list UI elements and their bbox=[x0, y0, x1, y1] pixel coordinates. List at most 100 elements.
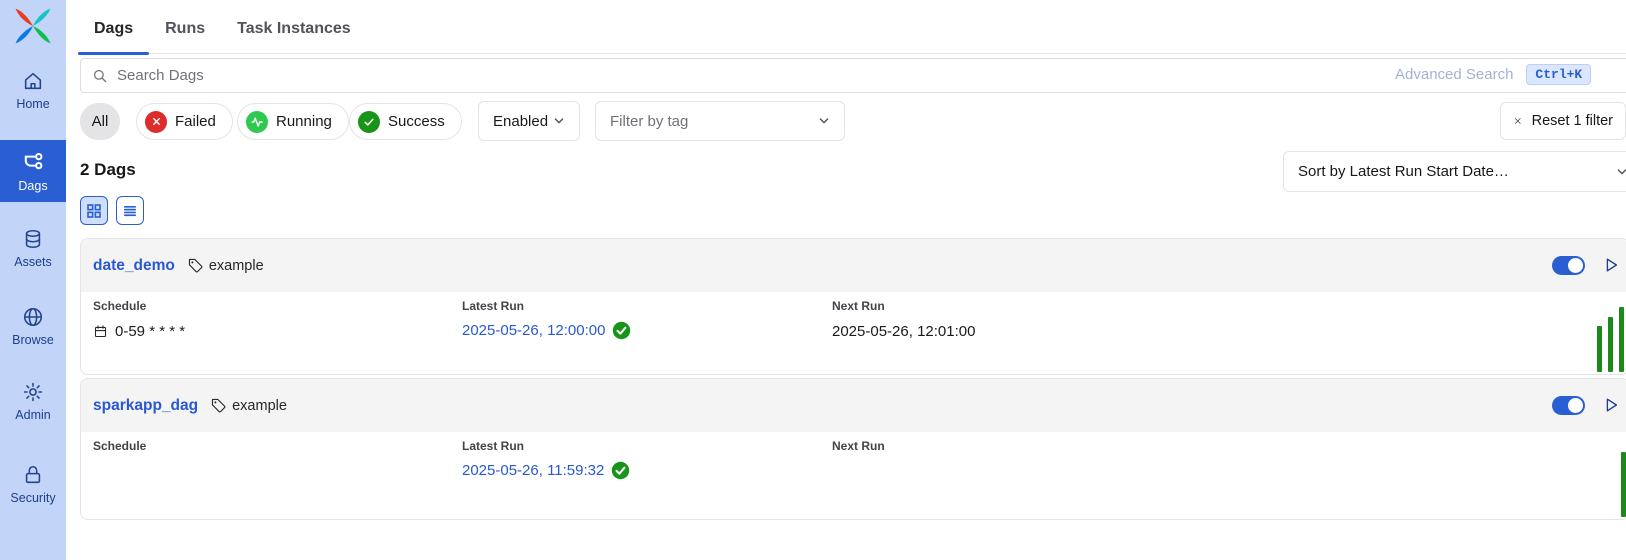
latest-run-label: Latest Run bbox=[462, 439, 524, 453]
latest-run-value[interactable]: 2025-05-26, 12:00:00 bbox=[462, 321, 631, 340]
next-run-label: Next Run bbox=[832, 439, 885, 453]
next-run-column: Next Run bbox=[832, 439, 885, 453]
dag-name-link[interactable]: date_demo bbox=[93, 257, 175, 275]
dag-enabled-toggle[interactable] bbox=[1552, 256, 1585, 275]
dag-card: date_demo example Schedule 0-59 * * * * … bbox=[80, 238, 1626, 375]
tag-icon bbox=[187, 257, 204, 274]
sidebar-item-admin[interactable]: Admin bbox=[0, 375, 66, 422]
logo-blade-red bbox=[16, 9, 34, 27]
close-icon bbox=[1513, 114, 1523, 128]
dag-card: sparkapp_dag example Schedule Latest Run… bbox=[80, 378, 1626, 520]
sidebar-item-security[interactable]: Security bbox=[0, 458, 66, 505]
calendar-icon bbox=[93, 324, 108, 339]
sidebar: Home Dags Assets Browse Admin Security bbox=[0, 0, 66, 560]
schedule-column: Schedule bbox=[93, 299, 146, 313]
sidebar-item-browse[interactable]: Browse bbox=[0, 300, 66, 347]
chip-label: Running bbox=[276, 113, 332, 130]
schedule-label: Schedule bbox=[93, 299, 146, 313]
dag-name-link[interactable]: sparkapp_dag bbox=[93, 397, 198, 415]
chevron-down-icon bbox=[816, 113, 832, 129]
dag-card-header: date_demo example bbox=[81, 239, 1626, 292]
next-run-value: 2025-05-26, 12:01:00 bbox=[832, 323, 975, 340]
dag-tag[interactable]: example bbox=[210, 397, 287, 414]
dag-structure-icon bbox=[21, 150, 45, 174]
toggle-knob bbox=[1568, 258, 1583, 273]
tab-task-instances[interactable]: Task Instances bbox=[221, 12, 367, 53]
top-tabbar: Dags Runs Task Instances bbox=[78, 12, 1626, 54]
sidebar-item-label: Admin bbox=[15, 408, 50, 422]
sidebar-item-label: Home bbox=[16, 97, 49, 111]
run-duration-bars[interactable] bbox=[1597, 307, 1624, 372]
tab-dags[interactable]: Dags bbox=[78, 12, 149, 53]
run-duration-bars[interactable] bbox=[1621, 452, 1626, 517]
logo-blade-green bbox=[33, 26, 51, 44]
airflow-logo[interactable] bbox=[13, 6, 53, 46]
sidebar-item-dags[interactable]: Dags bbox=[0, 140, 66, 202]
next-run-column: Next Run bbox=[832, 299, 885, 313]
filter-chip-all[interactable]: All bbox=[80, 103, 120, 140]
sort-value: Sort by Latest Run Start Date… bbox=[1298, 163, 1509, 180]
filter-chip-failed[interactable]: Failed bbox=[136, 103, 233, 140]
trigger-dag-button[interactable] bbox=[1602, 396, 1620, 414]
success-circle-icon bbox=[358, 111, 380, 133]
logo-blade-teal bbox=[33, 9, 51, 27]
chip-label: Failed bbox=[175, 113, 216, 130]
filter-chip-success[interactable]: Success bbox=[349, 103, 462, 140]
enabled-filter-select[interactable]: Enabled bbox=[478, 101, 580, 141]
reset-filters-button[interactable]: Reset 1 filter bbox=[1500, 102, 1626, 140]
latest-run-value[interactable]: 2025-05-26, 11:59:32 bbox=[462, 461, 630, 480]
chevron-down-icon bbox=[551, 113, 567, 129]
latest-run-text: 2025-05-26, 12:00:00 bbox=[462, 322, 605, 339]
reset-label: Reset 1 filter bbox=[1532, 113, 1613, 129]
schedule-column: Schedule bbox=[93, 439, 146, 453]
tag-filter-select[interactable]: Filter by tag bbox=[595, 101, 845, 141]
dag-tag[interactable]: example bbox=[187, 257, 264, 274]
latest-run-text: 2025-05-26, 11:59:32 bbox=[462, 462, 604, 479]
gear-icon bbox=[22, 381, 44, 403]
dag-card-header: sparkapp_dag example bbox=[81, 379, 1626, 432]
database-icon bbox=[22, 228, 44, 250]
sort-select[interactable]: Sort by Latest Run Start Date… bbox=[1283, 151, 1626, 192]
toggle-knob bbox=[1568, 398, 1583, 413]
trigger-dag-button[interactable] bbox=[1602, 256, 1620, 274]
chevron-down-icon bbox=[1614, 164, 1626, 180]
sidebar-item-home[interactable]: Home bbox=[0, 64, 66, 111]
schedule-text: 0-59 * * * * bbox=[115, 323, 185, 340]
schedule-value: 0-59 * * * * bbox=[93, 323, 185, 340]
tag-label: example bbox=[209, 258, 264, 274]
view-toggles bbox=[80, 196, 144, 225]
sidebar-item-assets[interactable]: Assets bbox=[0, 222, 66, 269]
list-view-icon bbox=[122, 203, 138, 219]
sidebar-item-label: Security bbox=[10, 491, 55, 505]
home-icon bbox=[22, 70, 44, 92]
tag-icon bbox=[210, 397, 227, 414]
globe-icon bbox=[22, 306, 44, 328]
next-run-label: Next Run bbox=[832, 299, 885, 313]
latest-run-label: Latest Run bbox=[462, 299, 524, 313]
shortcut-badge[interactable]: Ctrl+K bbox=[1526, 64, 1591, 85]
grid-view-icon bbox=[86, 203, 102, 219]
select-placeholder: Filter by tag bbox=[610, 113, 816, 130]
latest-run-column: Latest Run bbox=[462, 439, 524, 453]
card-view-button[interactable] bbox=[80, 196, 108, 225]
running-circle-icon bbox=[246, 111, 268, 133]
failed-circle-icon bbox=[145, 111, 167, 133]
dag-count: 2 Dags bbox=[80, 160, 136, 180]
search-icon bbox=[91, 67, 109, 85]
select-value: Enabled bbox=[493, 113, 551, 130]
advanced-search-link[interactable]: Advanced Search bbox=[1395, 66, 1513, 83]
sidebar-item-label: Assets bbox=[14, 255, 52, 269]
dag-enabled-toggle[interactable] bbox=[1552, 396, 1585, 415]
logo-blade-blue bbox=[16, 26, 34, 44]
search-extras: Advanced Search Ctrl+K bbox=[1395, 64, 1591, 85]
next-run-text: 2025-05-26, 12:01:00 bbox=[832, 323, 975, 340]
table-view-button[interactable] bbox=[116, 196, 144, 225]
tag-label: example bbox=[232, 398, 287, 414]
latest-run-column: Latest Run bbox=[462, 299, 524, 313]
success-check-icon bbox=[612, 321, 631, 340]
filter-chip-running[interactable]: Running bbox=[237, 103, 349, 140]
tab-runs[interactable]: Runs bbox=[149, 12, 221, 53]
play-icon bbox=[1602, 256, 1620, 274]
success-check-icon bbox=[611, 461, 630, 480]
sidebar-item-label: Browse bbox=[12, 333, 54, 347]
